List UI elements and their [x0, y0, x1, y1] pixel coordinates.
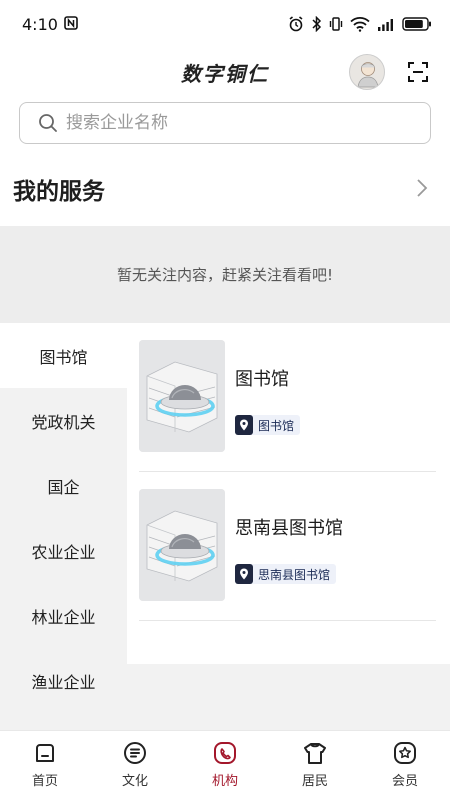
- category-label: 林业企业: [31, 607, 96, 627]
- institution-card[interactable]: 思南县图书馆 思南县图书馆: [139, 472, 436, 621]
- category-label: 党政机关: [31, 412, 96, 432]
- category-item-fishery[interactable]: 渔业企业: [0, 648, 127, 713]
- location-pin-icon: [235, 415, 253, 435]
- location-pin-icon: [235, 564, 253, 584]
- location-tag: 思南县图书馆: [235, 564, 337, 584]
- category-item-agriculture[interactable]: 农业企业: [0, 518, 127, 583]
- location-tag: 图书馆: [235, 415, 301, 435]
- scan-icon[interactable]: [406, 60, 430, 84]
- tab-culture[interactable]: 文化: [90, 731, 180, 800]
- tab-institution[interactable]: 机构: [180, 731, 270, 800]
- category-item-state-enterprise[interactable]: 国企: [0, 453, 127, 518]
- category-label: 图书馆: [39, 347, 88, 367]
- tab-member-label: 会员: [391, 774, 418, 789]
- library-building-image: [139, 340, 225, 452]
- status-time: 4:10: [22, 14, 58, 34]
- category-list: 图书馆 党政机关 国企 农业企业 林业企业 渔业企业: [0, 323, 127, 730]
- institution-name: 图书馆: [235, 369, 289, 390]
- resident-icon: [304, 743, 326, 764]
- member-icon: [394, 742, 416, 764]
- chevron-right-icon[interactable]: [416, 178, 428, 198]
- search-bar[interactable]: [19, 102, 431, 144]
- bluetooth-icon: [311, 16, 322, 32]
- vibrate-icon: [329, 16, 343, 32]
- search-icon: [39, 114, 57, 132]
- location-tag-label: 思南县图书馆: [258, 567, 331, 582]
- app-header: 数字铜仁: [0, 48, 450, 96]
- institution-list: 图书馆 图书馆 思南县图书馆 思南县图书馆: [127, 323, 450, 664]
- category-item-government[interactable]: 党政机关: [0, 388, 127, 453]
- home-icon: [36, 744, 54, 762]
- tab-member[interactable]: 会员: [360, 731, 450, 800]
- bottom-tab-bar: 首页 文化 机构 居民 会员: [0, 730, 450, 800]
- location-tag-label: 图书馆: [258, 418, 295, 433]
- category-label: 渔业企业: [31, 672, 96, 692]
- institution-card[interactable]: 图书馆 图书馆: [139, 323, 436, 472]
- wifi-icon: [350, 16, 370, 32]
- empty-services-notice: 暂无关注内容，赶紧关注看看吧!: [0, 226, 450, 323]
- category-item-library[interactable]: 图书馆: [0, 323, 127, 388]
- tab-home[interactable]: 首页: [0, 731, 90, 800]
- library-building-image: [139, 489, 225, 601]
- tab-resident[interactable]: 居民: [270, 731, 360, 800]
- category-label: 国企: [47, 477, 80, 497]
- tab-resident-label: 居民: [301, 774, 328, 789]
- tab-institution-label: 机构: [211, 774, 238, 789]
- search-input[interactable]: [66, 113, 406, 133]
- category-label: 农业企业: [31, 542, 96, 562]
- content-empty-area: [127, 664, 450, 730]
- empty-services-text: 暂无关注内容，赶紧关注看看吧!: [116, 266, 333, 284]
- tab-home-label: 首页: [31, 774, 58, 789]
- my-services-title: 我的服务: [13, 179, 105, 205]
- nfc-icon: [64, 15, 78, 34]
- institution-icon: [214, 742, 236, 764]
- signal-icon: [377, 17, 395, 31]
- institution-name: 思南县图书馆: [235, 518, 343, 539]
- my-services-header[interactable]: 我的服务: [0, 160, 450, 216]
- tab-culture-label: 文化: [121, 774, 148, 789]
- status-bar: 4:10: [0, 0, 450, 48]
- category-item-forestry[interactable]: 林业企业: [0, 583, 127, 648]
- user-avatar[interactable]: [349, 54, 385, 90]
- culture-icon: [124, 742, 146, 764]
- battery-icon: [402, 17, 432, 31]
- alarm-icon: [288, 16, 304, 32]
